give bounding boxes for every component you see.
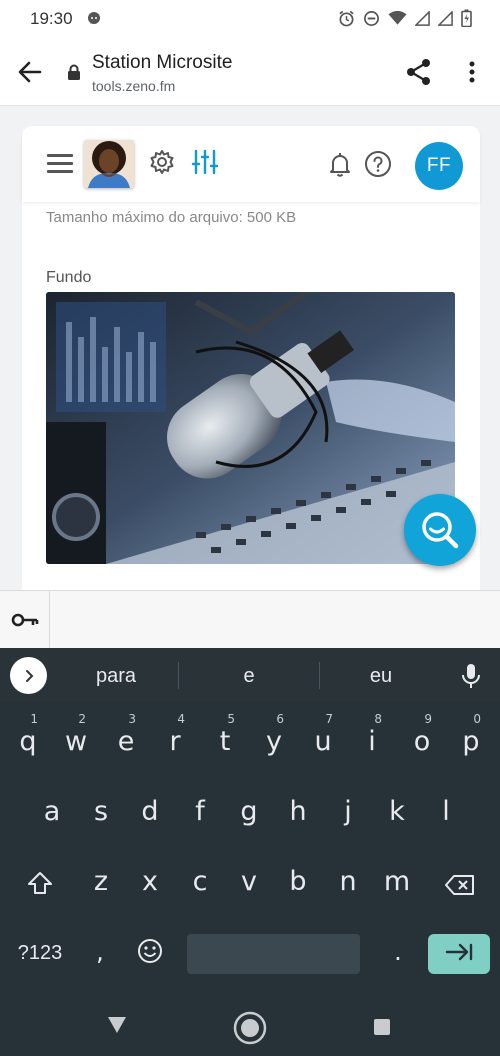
status-bar: 19:30 [0, 0, 500, 38]
password-key-icon[interactable] [0, 591, 50, 649]
key-j[interactable]: j [334, 796, 362, 827]
signal-icon [415, 10, 430, 26]
soft-keyboard: para e eu 1q 2w 3e 4r 5t 6y 7u 8i 9o 0p … [0, 648, 500, 1056]
signal-icon [438, 10, 453, 26]
key-u[interactable]: 7u [309, 712, 337, 757]
sliders-icon[interactable] [191, 148, 219, 181]
symbols-key[interactable]: ?123 [10, 942, 70, 965]
comma-key[interactable]: , [88, 938, 112, 966]
key-n[interactable]: n [334, 866, 362, 897]
period-key[interactable]: . [386, 938, 410, 966]
key-o[interactable]: 9o [408, 712, 436, 757]
key-v[interactable]: v [235, 866, 263, 897]
divider [319, 662, 320, 689]
key-k[interactable]: k [383, 796, 411, 827]
key-i[interactable]: 8i [358, 712, 386, 757]
key-w[interactable]: 2w [62, 712, 90, 757]
help-icon[interactable] [364, 150, 392, 183]
app-header: FF [22, 126, 480, 202]
emoji-icon[interactable] [136, 938, 164, 971]
alarm-icon [338, 10, 355, 27]
wifi-icon [388, 10, 407, 26]
spacebar[interactable] [187, 934, 360, 974]
share-icon[interactable] [404, 57, 434, 87]
back-arrow-icon[interactable] [14, 56, 46, 88]
key-d[interactable]: d [136, 796, 164, 827]
key-r[interactable]: 4r [161, 712, 189, 757]
background-label: Fundo [46, 269, 92, 286]
key-y[interactable]: 6y [260, 712, 288, 757]
keyboard-accessory-bar [0, 590, 500, 649]
hamburger-menu-icon[interactable] [47, 154, 73, 174]
notification-icon [86, 11, 102, 32]
settings-gear-icon[interactable] [148, 148, 176, 181]
microphone-icon[interactable] [460, 662, 482, 695]
browser-toolbar: Station Microsite tools.zeno.fm [0, 38, 500, 106]
notifications-bell-icon[interactable] [326, 150, 354, 183]
chevron-right-icon[interactable] [10, 657, 47, 694]
suggestion-word[interactable]: eu [326, 665, 436, 688]
key-t[interactable]: 5t [211, 712, 239, 757]
key-g[interactable]: g [235, 796, 263, 827]
enter-key[interactable] [428, 934, 490, 974]
user-avatar-button[interactable]: FF [415, 142, 463, 190]
lock-icon [67, 64, 81, 85]
background-image[interactable] [46, 292, 455, 564]
battery-icon [461, 9, 472, 27]
page-title: Station Microsite [92, 52, 233, 73]
nav-home-circle-icon[interactable] [233, 1011, 267, 1050]
file-size-note: Tamanho máximo do arquivo: 500 KB [46, 209, 297, 226]
key-x[interactable]: x [136, 866, 164, 897]
station-avatar[interactable] [84, 140, 134, 188]
key-z[interactable]: z [87, 866, 115, 897]
key-b[interactable]: b [284, 866, 312, 897]
key-s[interactable]: s [87, 796, 115, 827]
key-a[interactable]: a [38, 796, 66, 827]
key-l[interactable]: l [432, 796, 460, 827]
nav-back-triangle-icon[interactable] [106, 1015, 128, 1040]
key-p[interactable]: 0p [457, 712, 485, 757]
tab-arrow-icon [444, 942, 474, 967]
backspace-icon[interactable] [442, 872, 478, 903]
status-time: 19:30 [30, 9, 73, 28]
key-c[interactable]: c [186, 866, 214, 897]
nav-recents-square-icon[interactable] [373, 1018, 391, 1041]
web-content: FF Tamanho máximo do arquivo: 500 KB Fun… [0, 106, 500, 590]
do-not-disturb-icon [363, 10, 380, 27]
divider [178, 662, 179, 689]
system-nav-bar [0, 1003, 500, 1056]
page-url[interactable]: tools.zeno.fm [92, 78, 175, 94]
suggestion-word[interactable]: para [61, 665, 171, 688]
search-fab-button[interactable] [404, 494, 476, 566]
key-q[interactable]: 1q [14, 712, 42, 757]
shift-key-icon[interactable] [24, 870, 56, 903]
key-e[interactable]: 3e [112, 712, 140, 757]
key-h[interactable]: h [284, 796, 312, 827]
more-options-icon[interactable] [462, 57, 482, 87]
key-m[interactable]: m [383, 866, 411, 897]
suggestion-strip: para e eu [0, 648, 500, 703]
key-f[interactable]: f [186, 796, 214, 827]
suggestion-word[interactable]: e [194, 665, 304, 688]
